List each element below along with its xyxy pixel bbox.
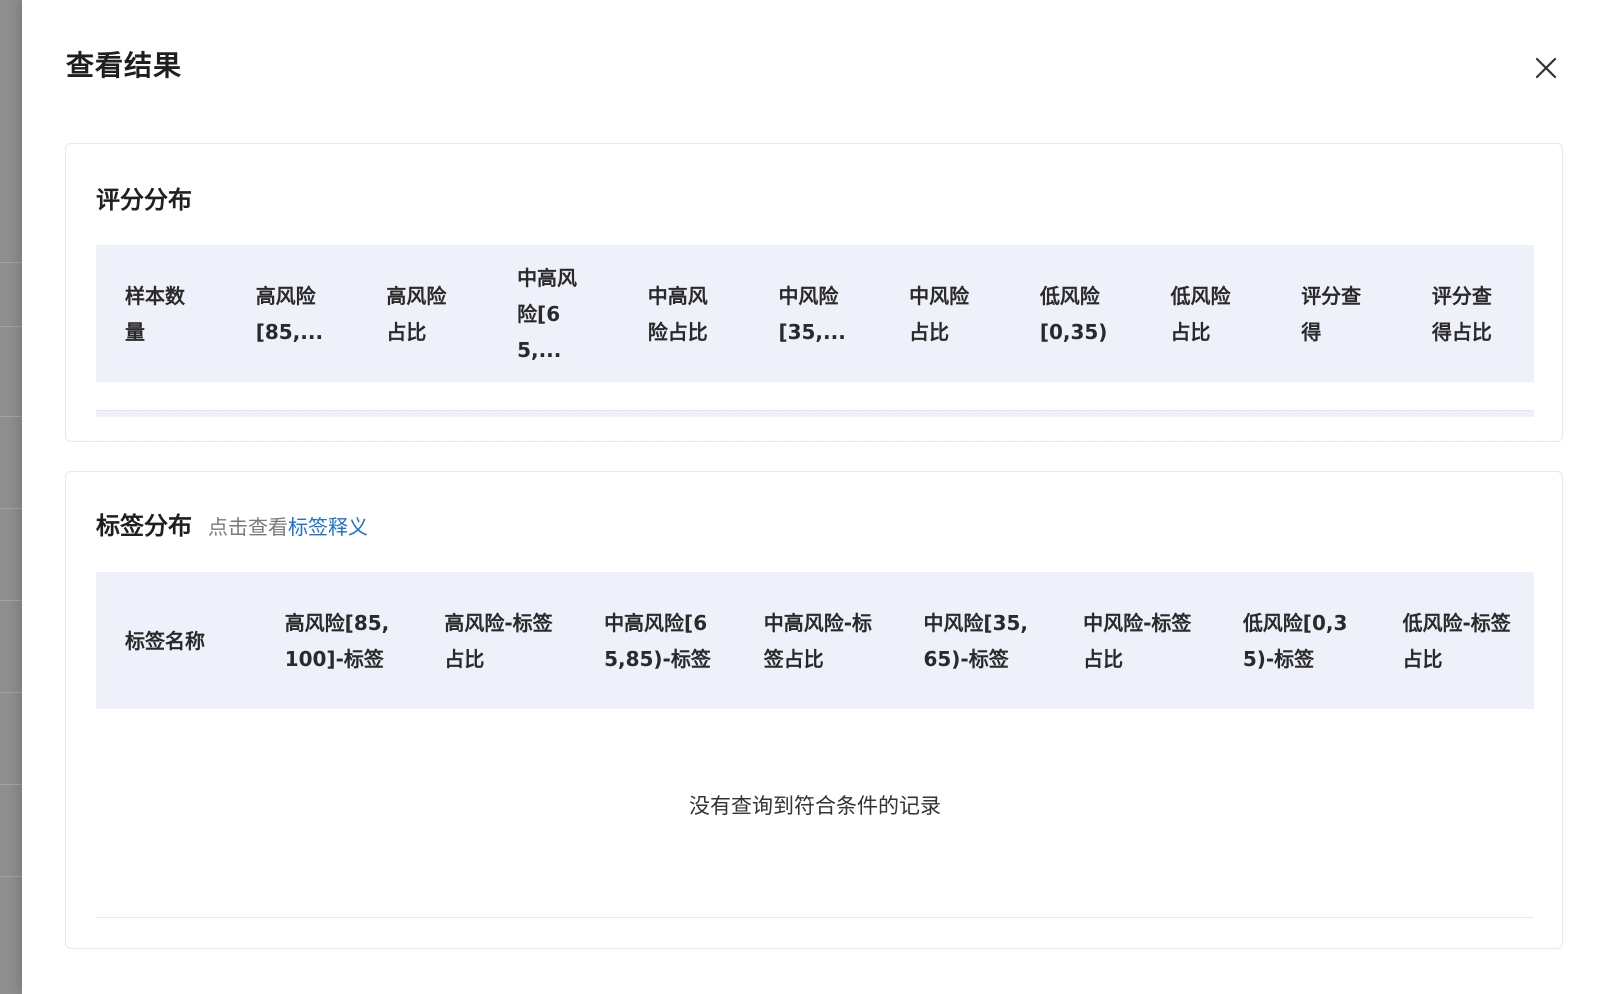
score-card-title: 评分分布 [96,186,192,214]
column-header[interactable]: 低风险占比 [1142,245,1273,382]
table-divider [96,917,1534,918]
score-distribution-card: 评分分布 样本数量 高风险[85,... 高风险占比 中高风险[65,... 中… [65,143,1563,442]
result-drawer: 查看结果 评分分布 样本数量 高风险[85,... 高风险占比 中高风险[65,… [22,0,1606,994]
label-definition-link[interactable]: 标签释义 [288,511,368,540]
column-header[interactable]: 评分查得 [1272,245,1403,382]
column-header[interactable]: 中高风险[65,85)-标签 [575,572,735,709]
close-button[interactable] [1530,52,1562,84]
column-header[interactable]: 中风险[35,65)-标签 [894,572,1054,709]
column-header[interactable]: 高风险[85,100]-标签 [256,572,416,709]
column-header[interactable]: 样本数量 [96,245,227,382]
column-header[interactable]: 中风险-标签占比 [1054,572,1214,709]
column-header[interactable]: 低风险[0,35)-标签 [1214,572,1374,709]
empty-state-text: 没有查询到符合条件的记录 [689,794,941,818]
column-header[interactable]: 高风险-标签占比 [415,572,575,709]
column-header[interactable]: 中高风险-标签占比 [735,572,895,709]
score-card-header: 评分分布 [96,180,192,215]
horizontal-scrollbar[interactable] [96,410,1534,417]
column-header[interactable]: 中高风险占比 [619,245,750,382]
drawer-title: 查看结果 [66,49,183,82]
column-header[interactable]: 中风险[35,... [749,245,880,382]
column-header[interactable]: 高风险[85,... [227,245,358,382]
label-table-header: 标签名称 高风险[85,100]-标签 高风险-标签占比 中高风险[65,85)… [96,572,1534,709]
page-backdrop [0,0,22,994]
column-header[interactable]: 低风险[0,35) [1011,245,1142,382]
label-distribution-card: 标签分布 点击查看 标签释义 标签名称 高风险[85,100]-标签 高风险-标… [65,471,1563,949]
column-header[interactable]: 低风险-标签占比 [1374,572,1534,709]
close-icon [1535,57,1557,79]
column-header[interactable]: 高风险占比 [357,245,488,382]
label-hint-text: 点击查看 [208,515,288,539]
label-card-title: 标签分布 [96,512,192,540]
column-header[interactable]: 评分查得占比 [1403,245,1534,382]
score-table-header: 样本数量 高风险[85,... 高风险占比 中高风险[65,... 中高风险占比… [96,245,1534,382]
label-card-header: 标签分布 点击查看 标签释义 [96,506,368,541]
column-header[interactable]: 中风险占比 [880,245,1011,382]
column-header[interactable]: 标签名称 [96,572,256,709]
column-header[interactable]: 中高风险[65,... [488,245,619,382]
